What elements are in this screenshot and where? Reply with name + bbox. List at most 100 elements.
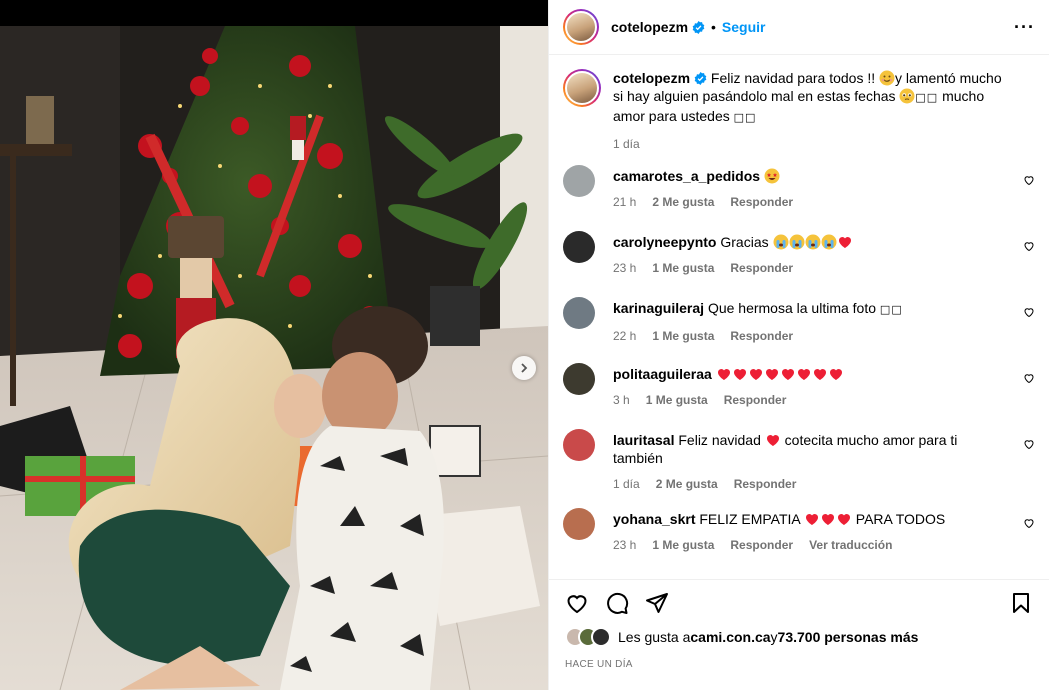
likes-user[interactable]: cami.con.ca: [690, 629, 770, 645]
comment-time[interactable]: 23 h: [613, 538, 636, 552]
red-heart-icon: [717, 369, 730, 380]
comment-likes[interactable]: 2 Me gusta: [652, 195, 714, 209]
comment-avatar[interactable]: [563, 165, 595, 197]
action-icons: [565, 585, 1033, 621]
share-icon[interactable]: [645, 591, 669, 615]
red-heart-icon: [765, 369, 778, 380]
comment-time[interactable]: 23 h: [613, 261, 636, 275]
reply-button[interactable]: Responder: [730, 195, 793, 209]
liker-avatar: [591, 627, 611, 647]
unsupported-glyph: □□: [915, 91, 939, 104]
post-header: cotelopezm • Seguir ···: [549, 0, 1049, 55]
red-heart-icon: [838, 237, 851, 248]
comment-body-cont: PARA TODOS: [851, 511, 946, 527]
bookmark-icon[interactable]: [1009, 591, 1033, 615]
reply-button[interactable]: Responder: [724, 393, 787, 407]
heart-icon[interactable]: [1023, 306, 1035, 318]
more-options-icon[interactable]: ···: [1014, 17, 1035, 38]
verified-icon: [692, 20, 705, 34]
comment-avatar[interactable]: [563, 231, 595, 263]
comment-meta: 21 h 2 Me gusta Responder: [613, 195, 793, 209]
red-heart-icon: [829, 369, 842, 380]
caption-avatar[interactable]: [563, 69, 601, 107]
crying-face-icon: [821, 234, 836, 250]
author-avatar[interactable]: [563, 9, 599, 45]
caption-text: cotelopezm Feliz navidad para todos !! y…: [613, 69, 1009, 127]
comment-time[interactable]: 21 h: [613, 195, 636, 209]
comment-item: yohana_skrt FELIZ EMPATIA PARA TODOS 23 …: [563, 508, 1049, 557]
heart-icon[interactable]: [565, 591, 589, 615]
comment-item: lauritasal Feliz navidad cotecita mucho …: [563, 429, 1049, 491]
comment-likes[interactable]: 1 Me gusta: [646, 393, 708, 407]
comment-username[interactable]: lauritasal: [613, 432, 674, 448]
red-heart-icon: [733, 369, 746, 380]
comment-likes[interactable]: 1 Me gusta: [652, 261, 714, 275]
red-heart-icon: [805, 514, 818, 525]
comment-avatar[interactable]: [563, 429, 595, 461]
heart-icon[interactable]: [1023, 517, 1035, 529]
star-struck-icon: [764, 168, 780, 184]
caption-username[interactable]: cotelopezm: [613, 70, 690, 86]
comment-username[interactable]: karinaguileraj: [613, 300, 704, 316]
liker-avatars[interactable]: [565, 627, 611, 647]
crying-face-icon: [805, 234, 820, 250]
comment-avatar[interactable]: [563, 363, 595, 395]
see-translation-button[interactable]: Ver traducción: [809, 538, 892, 552]
pleading-face-icon: [899, 88, 915, 104]
reply-button[interactable]: Responder: [730, 538, 793, 552]
comment-username[interactable]: yohana_skrt: [613, 511, 695, 527]
comment-time[interactable]: 3 h: [613, 393, 630, 407]
comment-meta: 23 h 1 Me gusta Responder Ver traducción: [613, 538, 945, 552]
separator-dot: •: [711, 19, 716, 35]
author-username[interactable]: cotelopezm: [611, 19, 688, 35]
post-timestamp[interactable]: HACE UN DÍA: [565, 659, 1033, 670]
heart-icon[interactable]: [1023, 438, 1035, 450]
reply-button[interactable]: Responder: [734, 477, 797, 491]
caption: cotelopezm Feliz navidad para todos !! y…: [563, 69, 1049, 151]
comment-time[interactable]: 1 día: [613, 477, 640, 491]
comment-time[interactable]: 22 h: [613, 329, 636, 343]
caption-time[interactable]: 1 día: [613, 137, 640, 151]
post-photo[interactable]: [0, 26, 548, 690]
heart-icon[interactable]: [1023, 372, 1035, 384]
heart-row: [716, 366, 844, 382]
comment-likes[interactable]: 1 Me gusta: [652, 329, 714, 343]
next-photo-button[interactable]: [512, 356, 536, 380]
comment-avatar[interactable]: [563, 508, 595, 540]
post-detail-panel: cotelopezm • Seguir ··· cotelopezm Feliz…: [548, 0, 1049, 690]
reply-button[interactable]: Responder: [730, 261, 793, 275]
likes-summary: Les gusta a cami.con.ca y 73.700 persona…: [565, 627, 1033, 647]
comment-username[interactable]: carolyneepynto: [613, 234, 716, 250]
crying-face-icon: [773, 234, 788, 250]
comment-likes[interactable]: 2 Me gusta: [656, 477, 718, 491]
heart-icon[interactable]: [1023, 174, 1035, 186]
crying-face-icon: [789, 234, 804, 250]
comment-item: karinaguileraj Que hermosa la ultima fot…: [563, 297, 1049, 346]
comment-username[interactable]: camarotes_a_pedidos: [613, 168, 760, 184]
comment-body: Feliz navidad: [678, 432, 765, 448]
follow-button[interactable]: Seguir: [722, 19, 766, 35]
heart-icon[interactable]: [1023, 240, 1035, 252]
post-photo-image: [0, 26, 548, 690]
verified-icon: [694, 72, 707, 85]
comment-item: camarotes_a_pedidos 21 h 2 Me gusta Resp…: [563, 165, 1049, 214]
comment-username[interactable]: politaaguileraa: [613, 366, 712, 382]
comment-meta: 23 h 1 Me gusta Responder: [613, 261, 853, 275]
comments-list[interactable]: cotelopezm Feliz navidad para todos !! y…: [549, 55, 1049, 579]
comment-item: carolyneepynto Gracias 23 h 1 Me gusta R…: [563, 231, 1049, 280]
comment-text: politaaguileraa: [613, 365, 844, 383]
likes-mid: y: [770, 629, 778, 645]
red-heart-icon: [813, 369, 826, 380]
comment-avatar[interactable]: [563, 297, 595, 329]
red-heart-icon: [821, 514, 834, 525]
comment-text: carolyneepynto Gracias: [613, 233, 853, 251]
unsupported-glyph: □□: [733, 111, 757, 124]
caption-text-part1: Feliz navidad para todos !!: [710, 70, 880, 86]
reply-button[interactable]: Responder: [730, 329, 793, 343]
comment-meta: 3 h 1 Me gusta Responder: [613, 393, 844, 407]
comment-icon[interactable]: [605, 591, 629, 615]
likes-count[interactable]: 73.700 personas más: [778, 629, 919, 645]
comment-text: camarotes_a_pedidos: [613, 167, 793, 185]
comment-body: Que hermosa la ultima foto: [707, 300, 880, 316]
comment-likes[interactable]: 1 Me gusta: [652, 538, 714, 552]
